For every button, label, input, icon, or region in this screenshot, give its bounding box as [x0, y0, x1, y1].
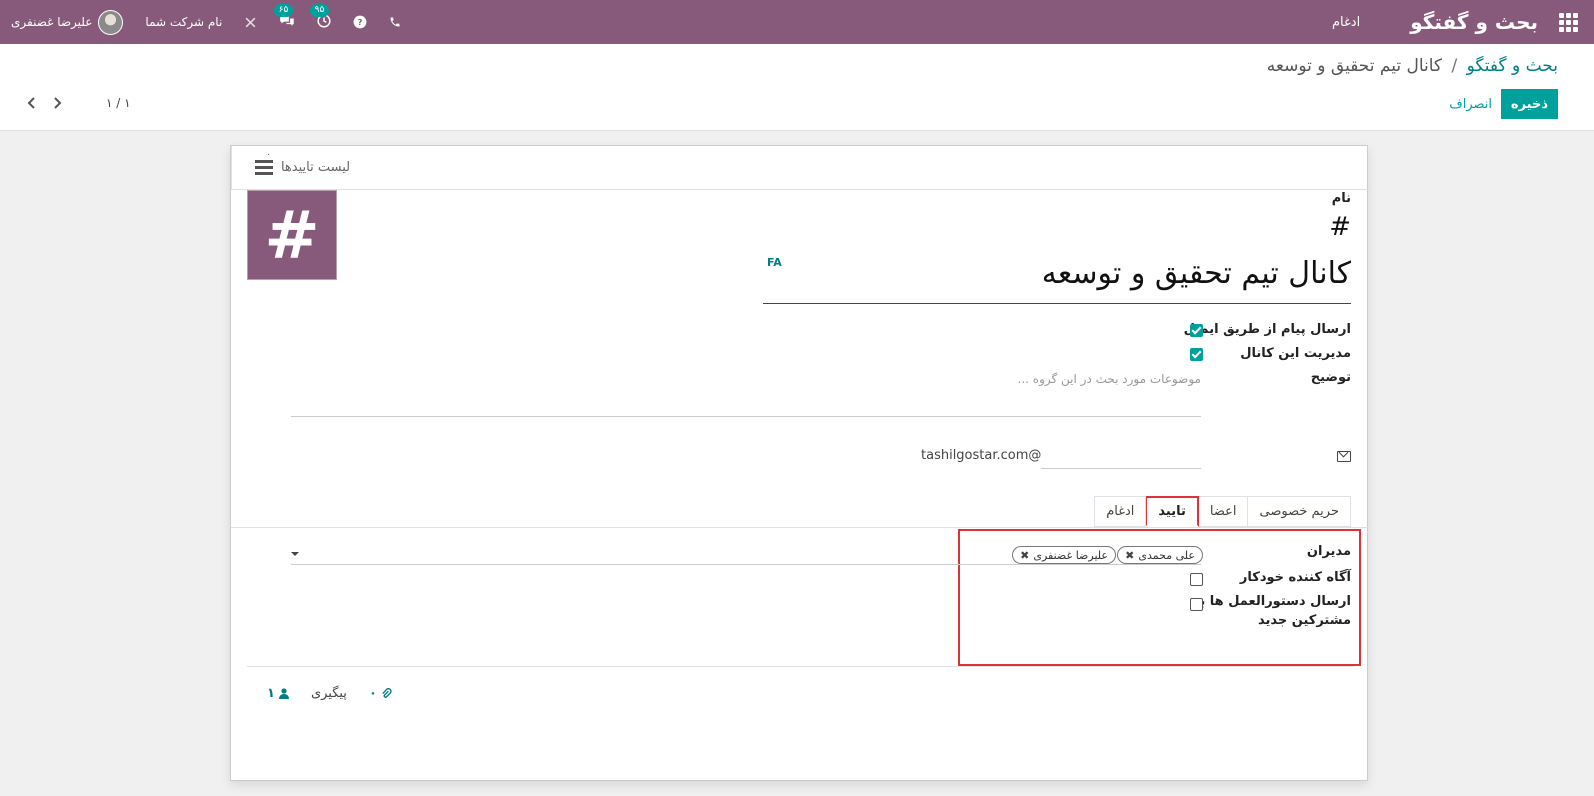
help-button[interactable]: ? — [342, 0, 378, 44]
description-label: توضیح — [1310, 370, 1351, 385]
discard-button[interactable]: انصراف — [1443, 89, 1498, 119]
apps-grid-icon — [1558, 12, 1578, 32]
notebook-tabs: حریم خصوصی اعضا تایید ادغام — [1094, 496, 1351, 527]
debug-tools-button[interactable] — [233, 0, 268, 44]
form-sheet: لیست تاییدها ۰ # نام # کانال تیم تحقیق و… — [230, 145, 1369, 781]
svg-text:?: ? — [358, 17, 363, 27]
moderation-label: مدیریت این کانال — [1240, 346, 1351, 361]
close-icon[interactable]: ✖ — [1125, 549, 1134, 562]
control-panel: بحث و گفتگو / کانال تیم تحقیق و توسعه ذخ… — [0, 44, 1594, 131]
user-menu[interactable]: علیرضا غضنفری — [0, 0, 134, 44]
followers-button[interactable]: ۱ — [267, 686, 289, 701]
pager-value[interactable]: ۱ / ۱ — [106, 96, 131, 110]
channel-name-input[interactable]: کانال تیم تحقیق و توسعه — [763, 256, 1351, 304]
chatter-topbar: ۱ پیگیری ۰ — [267, 686, 392, 701]
auto-notify-label: آگاه کننده خودکار — [1239, 570, 1351, 585]
alias-input[interactable] — [1041, 468, 1201, 469]
chatter-divider — [247, 666, 1353, 667]
auto-notify-checkbox[interactable] — [1190, 573, 1203, 586]
paperclip-icon — [382, 687, 392, 698]
moderators-input[interactable] — [291, 564, 1201, 565]
top-navbar: بحث و گفتگو ادغام ? ۹۵ ۶۵ نام شرکت شما ع — [0, 0, 1594, 44]
tools-icon — [245, 17, 256, 27]
breadcrumb-separator: / — [1451, 56, 1458, 76]
channel-image[interactable]: # — [247, 190, 337, 280]
breadcrumb-root-link[interactable]: بحث و گفتگو — [1467, 56, 1558, 76]
breadcrumb-current: کانال تیم تحقیق و توسعه — [1266, 56, 1443, 76]
channel-name-value: کانال تیم تحقیق و توسعه — [1041, 256, 1351, 291]
attachments-count: ۰ — [368, 686, 377, 701]
followers-count: ۱ — [267, 686, 275, 701]
description-underline — [291, 416, 1201, 417]
moderation-count: ۰ — [266, 150, 271, 160]
pager: ۱ / ۱ — [20, 92, 131, 114]
user-icon — [278, 688, 289, 699]
pager-previous-button[interactable] — [20, 92, 42, 114]
name-label: نام — [1331, 191, 1351, 206]
close-icon[interactable]: ✖ — [1020, 549, 1029, 562]
chevron-right-icon — [53, 97, 61, 109]
app-name[interactable]: بحث و گفتگو — [1410, 10, 1538, 34]
avatar — [98, 9, 124, 35]
tab-moderation[interactable]: تایید — [1145, 496, 1199, 527]
list-icon — [254, 160, 273, 175]
menu-item-merge[interactable]: ادغام — [1332, 15, 1360, 30]
activity-count-badge: ۹۵ — [309, 3, 330, 17]
chevron-left-icon — [27, 97, 35, 109]
follow-button[interactable]: پیگیری — [311, 686, 347, 701]
company-switcher[interactable]: نام شرکت شما — [134, 0, 233, 44]
moderator-tag: علی محمدی ✖ — [1117, 546, 1203, 564]
phone-button[interactable] — [378, 0, 412, 44]
send-guidelines-label: ارسال دستورالعمل ها به مشترکین جدید — [1192, 594, 1351, 628]
messages-button[interactable]: ۶۵ — [268, 0, 306, 44]
moderation-list-button[interactable]: لیست تاییدها ۰ — [231, 146, 373, 190]
save-button[interactable]: ذخیره — [1500, 89, 1558, 119]
tabs-divider — [231, 527, 1369, 528]
hash-prefix: # — [1329, 212, 1351, 242]
apps-menu-button[interactable] — [1546, 0, 1590, 44]
send-guidelines-checkbox[interactable] — [1190, 598, 1203, 611]
help-icon: ? — [353, 15, 367, 29]
moderation-list-label: لیست تاییدها — [280, 160, 351, 175]
caret-down-icon[interactable] — [291, 552, 299, 556]
user-name: علیرضا غضنفری — [11, 15, 93, 29]
description-input[interactable]: موضوعات مورد بحث در این گروه ... — [1018, 372, 1201, 386]
pager-next-button[interactable] — [46, 92, 68, 114]
moderator-tag-label: علیرضا غضنفری — [1033, 548, 1108, 562]
moderator-tag-label: علی محمدی — [1138, 548, 1195, 562]
moderators-label: مدیران — [1306, 544, 1351, 559]
attachments-button[interactable]: ۰ — [369, 686, 392, 701]
messages-count-badge: ۶۵ — [273, 3, 294, 17]
email-send-checkbox[interactable] — [1190, 324, 1203, 337]
tab-integrations[interactable]: ادغام — [1094, 496, 1147, 527]
envelope-icon — [1337, 451, 1351, 462]
tab-privacy[interactable]: حریم خصوصی — [1247, 496, 1351, 527]
translate-button[interactable]: FA — [767, 256, 782, 269]
alias-domain: tashilgostar.com@ — [921, 448, 1042, 463]
navbar-systray: ? ۹۵ ۶۵ نام شرکت شما علیرضا غضنفری — [0, 0, 412, 44]
moderation-checkbox[interactable] — [1190, 348, 1203, 361]
email-send-label: ارسال پیام از طریق ایمیل — [1183, 322, 1351, 337]
button-box-divider — [231, 189, 1369, 190]
activities-button[interactable]: ۹۵ — [306, 0, 342, 44]
breadcrumb: بحث و گفتگو / کانال تیم تحقیق و توسعه — [1267, 56, 1558, 76]
phone-icon — [390, 17, 400, 27]
tab-members[interactable]: اعضا — [1197, 496, 1249, 527]
moderator-tag: علیرضا غضنفری ✖ — [1012, 546, 1116, 564]
